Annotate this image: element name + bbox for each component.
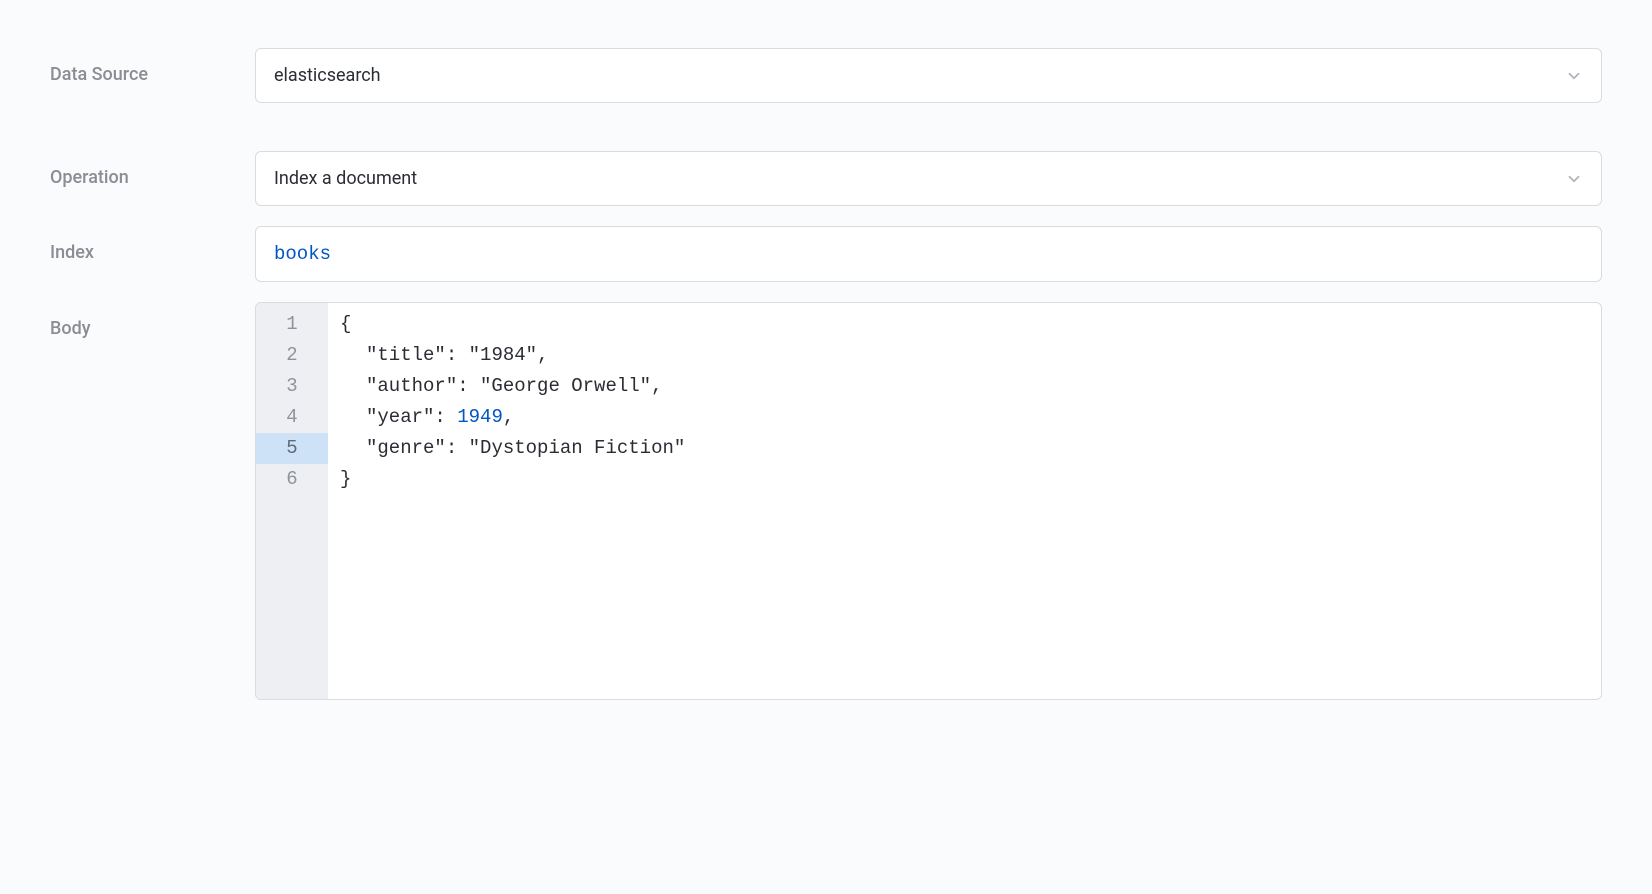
data-source-select[interactable]: elasticsearch [255,48,1602,103]
body-code-editor[interactable]: 123456 {"title": "1984","author": "Georg… [255,302,1602,700]
code-content[interactable]: {"title": "1984","author": "George Orwel… [328,303,1601,699]
code-line: { [340,309,1589,340]
code-line: "title": "1984", [340,340,1589,371]
gutter-line-number: 3 [256,371,328,402]
body-label: Body [50,302,255,339]
data-source-label: Data Source [50,48,255,85]
operation-label: Operation [50,151,255,188]
gutter-line-number: 2 [256,340,328,371]
index-input[interactable] [255,226,1602,282]
index-label: Index [50,226,255,263]
code-line: "author": "George Orwell", [340,371,1589,402]
code-line: "genre": "Dystopian Fiction" [340,433,1589,464]
operation-value: Index a document [274,168,417,189]
operation-select[interactable]: Index a document [255,151,1602,206]
gutter-line-number: 1 [256,309,328,340]
data-source-value: elasticsearch [274,65,381,86]
gutter-line-number: 6 [256,464,328,495]
gutter-line-number: 5 [256,433,328,464]
code-gutter: 123456 [256,303,328,699]
code-line: } [340,464,1589,495]
code-line: "year": 1949, [340,402,1589,433]
chevron-down-icon [1565,67,1583,85]
chevron-down-icon [1565,170,1583,188]
gutter-line-number: 4 [256,402,328,433]
